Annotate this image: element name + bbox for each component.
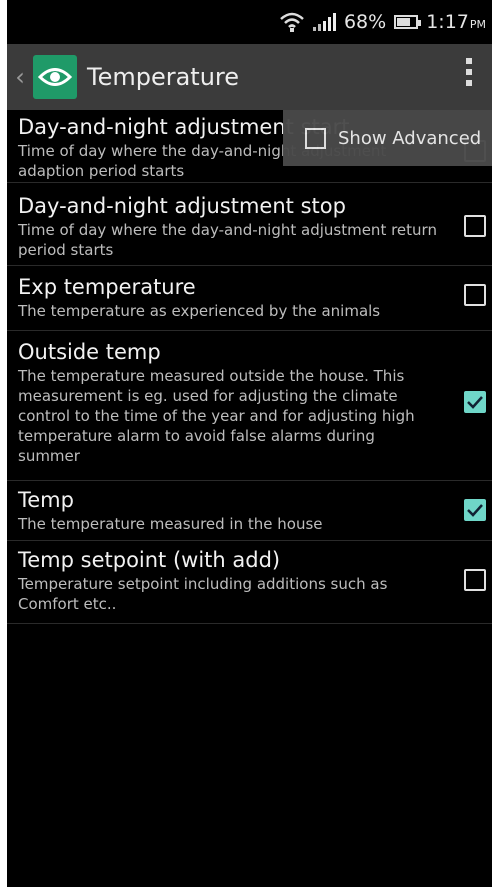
row-title: Exp temperature <box>18 275 196 299</box>
bezel-left <box>0 0 7 887</box>
list-item[interactable]: Outside temp The temperature measured ou… <box>7 331 492 481</box>
row-title: Day-and-night adjustment stop <box>18 194 346 218</box>
list-item[interactable]: Temp setpoint (with add) Temperature set… <box>7 541 492 624</box>
show-advanced-label: Show Advanced <box>338 127 482 149</box>
chevron-left-icon[interactable]: ‹ <box>7 63 33 91</box>
signal-icon <box>312 13 336 31</box>
status-bar: 68% 1:17PM <box>7 0 492 44</box>
row-checkbox[interactable] <box>464 215 486 237</box>
row-desc: The temperature measured outside the hou… <box>18 367 415 465</box>
show-advanced-checkbox[interactable] <box>305 127 326 149</box>
action-bar: ‹ Temperature <box>7 44 492 110</box>
wifi-icon <box>279 11 305 33</box>
settings-list: Day-and-night adjustment start Time of d… <box>7 110 492 624</box>
device-screen: 68% 1:17PM ‹ Temperature Day-and-night a… <box>0 0 497 887</box>
row-title: Temp <box>18 488 74 512</box>
battery-percent: 68% <box>343 11 387 33</box>
list-item[interactable]: Day-and-night adjustment stop Time of da… <box>7 183 492 266</box>
row-desc: The temperature measured in the house <box>18 515 323 533</box>
row-checkbox[interactable] <box>464 284 486 306</box>
row-desc: The temperature as experienced by the an… <box>18 302 381 320</box>
row-title: Outside temp <box>18 340 161 364</box>
page-title: Temperature <box>87 63 240 91</box>
battery-icon <box>394 15 422 29</box>
row-title: Temp setpoint (with add) <box>18 548 281 572</box>
row-checkbox[interactable] <box>464 569 486 591</box>
row-checkbox-checked[interactable] <box>464 391 486 413</box>
list-item[interactable]: Temp The temperature measured in the hou… <box>7 481 492 541</box>
bezel-right <box>492 0 497 887</box>
checkmark-icon <box>467 396 483 409</box>
clock: 1:17PM <box>426 11 486 33</box>
row-desc: Time of day where the day-and-night adju… <box>18 221 437 259</box>
checkmark-icon <box>467 504 483 517</box>
row-checkbox-checked[interactable] <box>464 499 486 521</box>
show-advanced-popup[interactable]: Show Advanced <box>283 110 492 166</box>
list-item[interactable]: Exp temperature The temperature as exper… <box>7 266 492 331</box>
vertical-dots-icon[interactable] <box>466 58 472 86</box>
eye-icon[interactable] <box>33 55 77 99</box>
row-desc: Temperature setpoint including additions… <box>18 575 388 613</box>
